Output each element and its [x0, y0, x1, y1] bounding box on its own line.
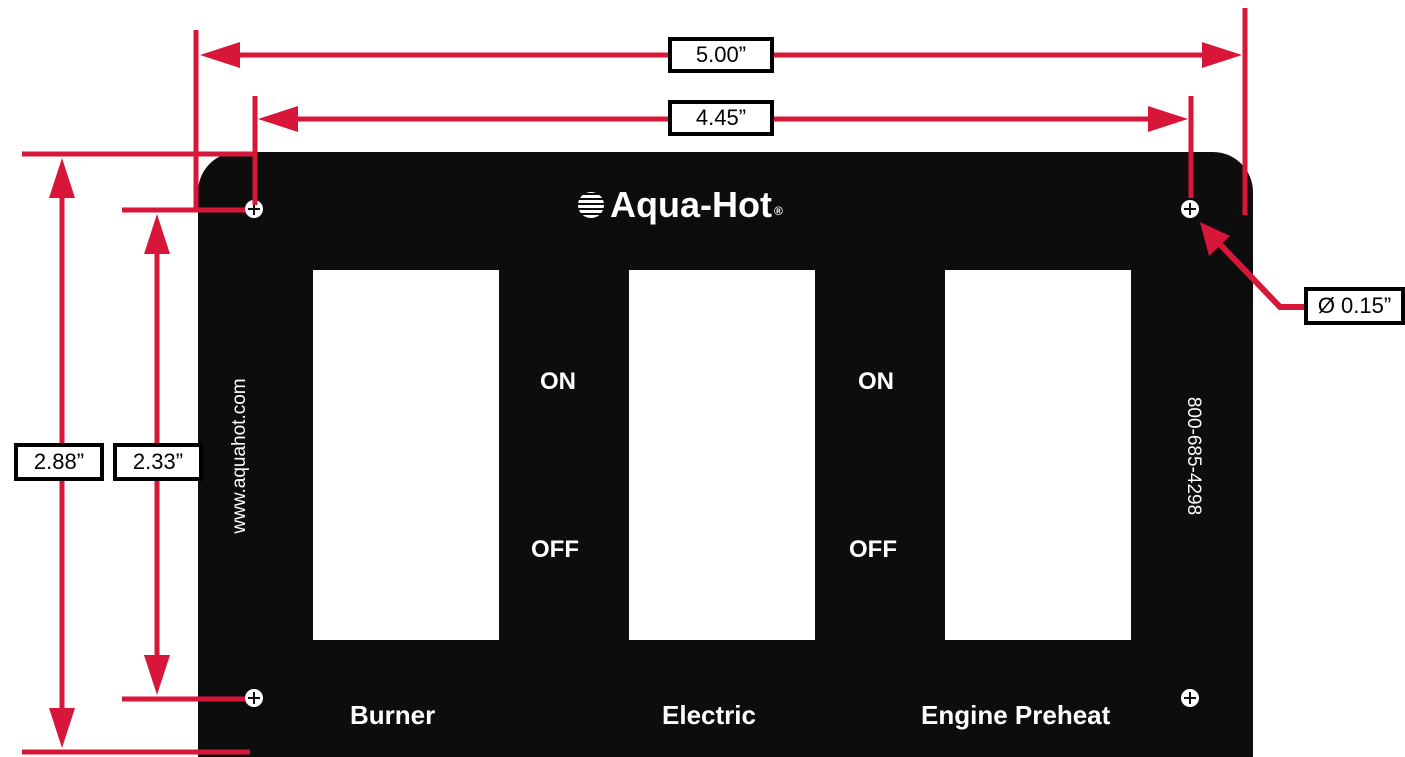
arrowhead: [200, 42, 240, 68]
dim-label-hole-height: 2.33”: [113, 443, 203, 481]
dim-label-overall-height: 2.88”: [14, 443, 104, 481]
arrowhead: [144, 214, 170, 254]
dim-label-hole-width: 4.45”: [668, 100, 774, 136]
dim-label-overall-width: 5.00”: [668, 37, 774, 73]
dim-leader-hole-diameter: [1211, 235, 1312, 310]
arrowhead: [49, 708, 75, 748]
arrowhead: [144, 655, 170, 695]
arrowhead: [1202, 42, 1242, 68]
arrowhead: [49, 158, 75, 198]
dim-label-hole-diameter: Ø 0.15”: [1304, 287, 1405, 325]
arrowhead: [258, 106, 298, 132]
arrowhead: [1148, 106, 1188, 132]
